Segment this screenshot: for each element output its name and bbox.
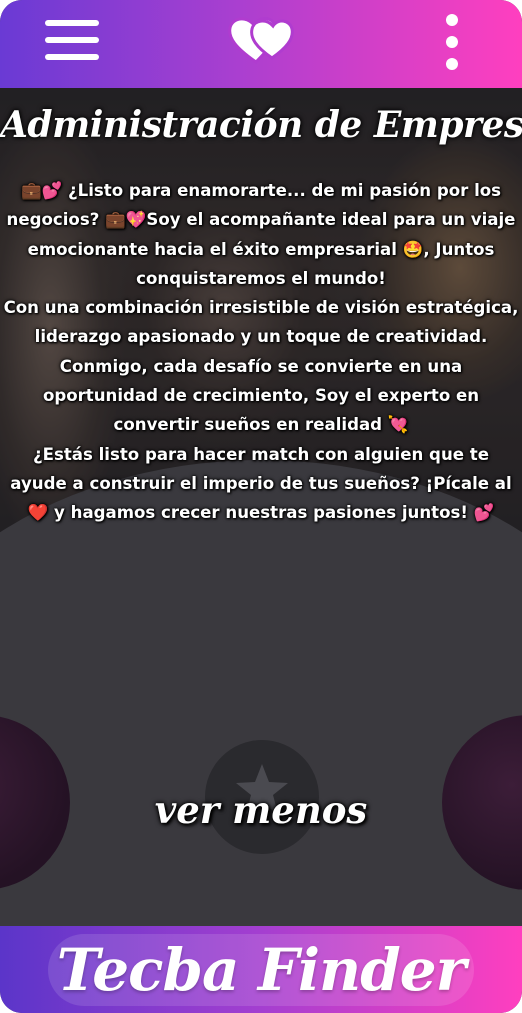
hamburger-menu-icon[interactable] — [45, 20, 99, 64]
top-bar — [0, 0, 522, 88]
app-screen: Administración de Empresas 💼💕 ¿Listo par… — [0, 0, 522, 1013]
bio-paragraph: Con una combinación irresistible de visi… — [3, 298, 519, 435]
profile-bio: 💼💕 ¿Listo para enamorarte... de mi pasió… — [2, 176, 520, 528]
vertical-dots-icon[interactable] — [440, 14, 464, 76]
profile-title: Administración de Empresas — [0, 104, 522, 146]
bottom-bar: Tecba Finder — [0, 926, 522, 1013]
bio-paragraph: ¿Estás listo para hacer match con alguie… — [10, 444, 512, 523]
bio-paragraph: 💼💕 ¿Listo para enamorarte... de mi pasió… — [6, 181, 516, 288]
brand-name: Tecba Finder — [56, 936, 466, 1004]
ver-menos-link[interactable]: ver menos — [0, 788, 522, 832]
double-heart-icon[interactable] — [226, 12, 298, 68]
